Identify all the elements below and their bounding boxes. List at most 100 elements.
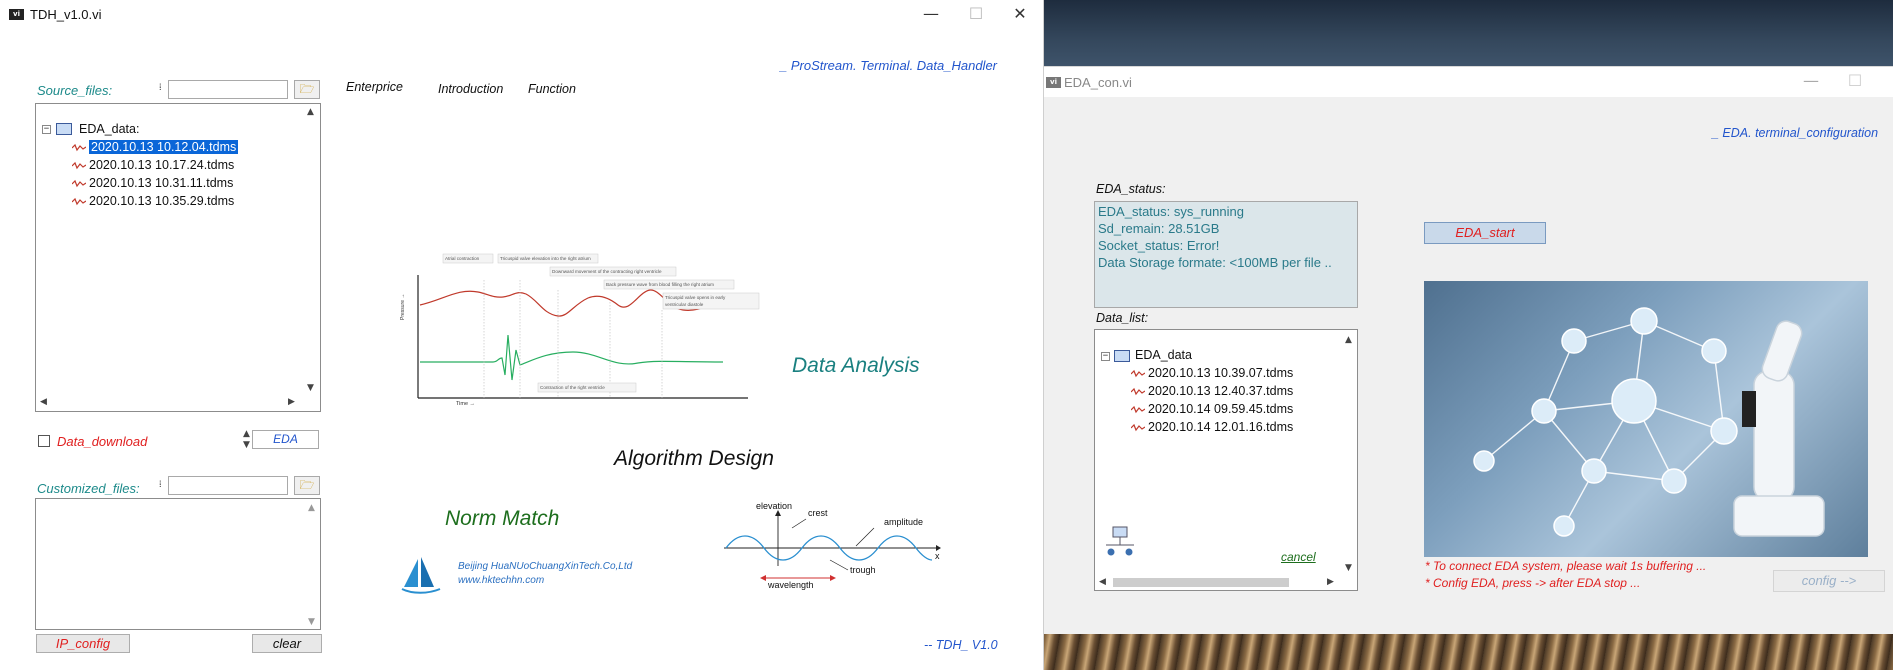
source-files-label: Source_files: [37,83,113,98]
pressure-diagram: Pressure → Time → Atrial contraction Tri… [400,253,760,407]
norm-match-title: Norm Match [445,507,560,530]
list-item[interactable]: 2020.10.13 10.39.07.tdms [1131,366,1293,380]
tdh-titlebar: vi TDH_v1.0.vi — ☐ ✕ [0,0,1043,30]
crest-label: crest [808,508,828,518]
maximize-button[interactable]: ☐ [955,0,997,30]
wavelength-label: wavelength [767,580,814,590]
increment-icon[interactable]: ▲ [243,429,250,439]
amplitude-label: amplitude [884,517,923,527]
tree-root[interactable]: EDA_data [1135,348,1192,362]
list-item[interactable]: 2020.10.14 09.59.45.tdms [1131,402,1293,416]
status-box: EDA_status: sys_running Sd_remain: 28.51… [1094,201,1358,308]
ip-config-button[interactable]: IP_config [36,634,130,653]
clear-button[interactable]: clear [252,634,322,653]
waveform-file-icon [72,198,86,206]
data-list-tree[interactable]: − EDA_data 2020.10.13 10.39.07.tdms 2020… [1094,329,1358,591]
annotation-text: Tricuspid valve opens in early [665,295,726,300]
customized-files-label: Customized_files: [37,481,140,496]
waveform-file-icon [72,162,86,170]
customized-path-input[interactable] [168,476,288,495]
menu-function[interactable]: Function [528,82,576,96]
scroll-down-icon[interactable]: ▼ [308,617,315,627]
scroll-up-icon[interactable]: ▲ [1345,335,1352,345]
scroll-up-icon[interactable]: ▲ [307,107,314,117]
network-icon[interactable] [1103,525,1137,559]
minimize-button[interactable]: — [1790,67,1832,97]
scroll-down-icon[interactable]: ▼ [307,383,314,393]
window-title: TDH_v1.0.vi [30,7,102,22]
status-label: EDA_status: [1096,182,1166,196]
collapse-icon[interactable]: − [1101,352,1110,361]
scroll-down-icon[interactable]: ▼ [1345,563,1352,573]
folder-open-icon: 🗁 [299,478,315,492]
cancel-link[interactable]: cancel [1281,550,1316,564]
wave-diagram: elevation crest amplitude trough wavelen… [724,501,941,590]
data-download-checkbox[interactable] [38,435,50,447]
close-button[interactable]: ✕ [999,0,1041,30]
minimize-button[interactable]: — [910,0,952,30]
list-item[interactable]: 2020.10.13 10.17.24.tdms [72,158,234,172]
version-label: -- TDH_ V1.0 [924,638,998,652]
list-item[interactable]: 2020.10.13 10.12.04.tdms [72,140,239,154]
scroll-right-icon[interactable]: ▶ [1327,577,1334,587]
algorithm-design-title: Algorithm Design [614,447,774,470]
maximize-button[interactable]: ☐ [1834,67,1876,97]
menu-introduction[interactable]: Introduction [438,82,503,96]
annotation-text: Back pressure wave from blood filling th… [606,282,714,287]
menu-enterprice[interactable]: Enterprice [346,80,403,94]
computer-icon [1114,350,1130,362]
list-item[interactable]: 2020.10.14 12.01.16.tdms [1131,420,1293,434]
scroll-left-icon[interactable]: ◀ [40,397,47,407]
scroll-left-icon[interactable]: ◀ [1099,577,1106,587]
list-item[interactable]: 2020.10.13 12.40.37.tdms [1131,384,1293,398]
time-axis-label: Time → [456,401,475,407]
waveform-file-icon [72,144,86,152]
annotation-text: Tricuspid valve elevation into the right… [500,256,591,261]
customized-browse-button[interactable]: 🗁 [294,476,320,495]
x-label: x [935,551,940,561]
waveform-file-icon [1131,424,1145,432]
trough-label: trough [850,565,876,575]
company-name: Beijing HuaNUoChuangXinTech.Co,Ltd [458,561,633,572]
pressure-axis-label: Pressure → [400,294,406,320]
decrement-icon[interactable]: ▼ [243,440,250,450]
status-line: Data Storage formate: <100MB per file .. [1098,255,1332,270]
eda-value-field[interactable]: EDA [252,430,319,449]
data-download-label: Data_download [57,434,148,449]
status-line: EDA_status: sys_running [1098,204,1244,219]
path-type-icon[interactable]: ⁞ [159,82,162,93]
header-link[interactable]: _ EDA. terminal_configuration [1712,126,1878,140]
folder-open-icon: 🗁 [299,82,315,96]
tree-root[interactable]: EDA_data: [79,122,139,136]
scroll-right-icon[interactable]: ▶ [288,397,295,407]
list-item[interactable]: 2020.10.13 10.31.11.tdms [72,176,233,190]
status-line: Sd_remain: 28.51GB [1098,221,1220,236]
sailboat-logo-icon [401,557,441,594]
desktop-background-top [1040,0,1893,66]
source-tree[interactable]: − EDA_data: 2020.10.13 10.12.04.tdms 202… [35,103,321,412]
elevation-label: elevation [756,501,792,511]
source-path-input[interactable] [168,80,288,99]
data-analysis-title: Data Analysis [792,354,920,377]
customized-files-list[interactable]: ▲ ▼ [35,498,321,630]
annotation-text: Downward movement of the contracting rig… [552,269,662,274]
connect-note: * To connect EDA system, please wait 1s … [1425,559,1707,573]
waveform-file-icon [1131,370,1145,378]
scroll-up-icon[interactable]: ▲ [308,503,315,513]
source-browse-button[interactable]: 🗁 [294,80,320,99]
config-note: * Config EDA, press -> after EDA stop ..… [1425,576,1641,590]
waveform-file-icon [1131,388,1145,396]
list-item[interactable]: 2020.10.13 10.35.29.tdms [72,194,234,208]
eda-start-button[interactable]: EDA_start [1424,222,1546,244]
horizontal-scrollbar-thumb[interactable] [1113,578,1289,587]
status-line: Socket_status: Error! [1098,238,1220,253]
company-url[interactable]: www.hktechhn.com [458,575,544,586]
annotation-text: ventricular diastole [665,302,704,307]
tdh-window: vi TDH_v1.0.vi — ☐ ✕ _ ProStream. Termin… [0,0,1044,670]
header-link[interactable]: _ ProStream. Terminal. Data_Handler [780,58,997,73]
collapse-icon[interactable]: − [42,125,51,134]
eda-titlebar: vi EDA_con.vi — ☐ [1044,67,1893,97]
config-button[interactable]: config --> [1773,570,1885,592]
desktop-background-bottom [1040,634,1893,670]
path-type-icon[interactable]: ⁞ [159,479,162,490]
